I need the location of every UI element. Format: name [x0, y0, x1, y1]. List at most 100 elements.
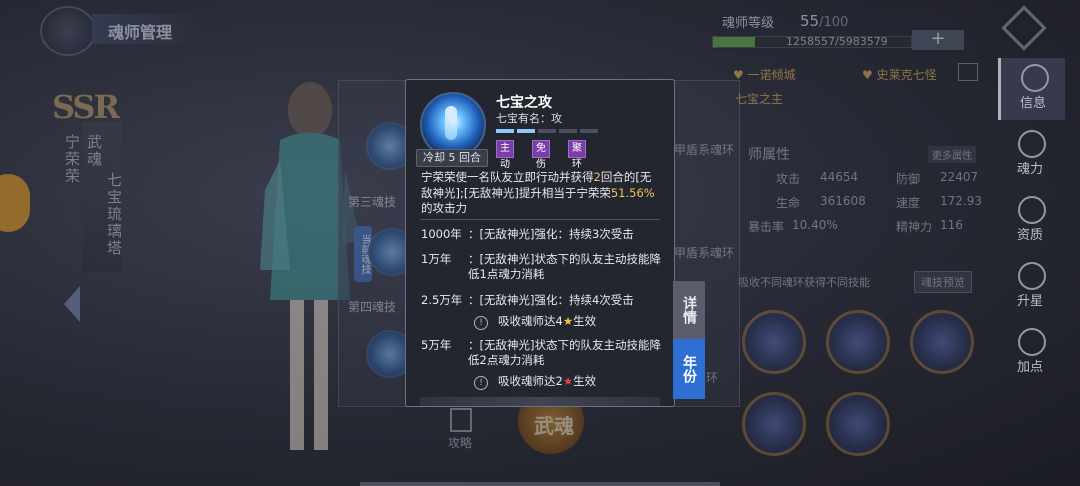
desc-part-1: 宁荣荣使一名队友立即行动并获得	[421, 170, 594, 184]
scroll-indicator	[360, 482, 720, 486]
mind-value: 116	[940, 218, 963, 232]
info-exclaim-icon: !	[474, 376, 488, 390]
condition-2: ! 吸收魂师达2★生效	[474, 374, 596, 390]
nav-points[interactable]: 加点	[998, 322, 1062, 384]
gold-star-icon: ★	[562, 314, 574, 328]
soul-ring-slot-5[interactable]	[826, 392, 890, 456]
skill-subtitle: 七宝有名：攻	[496, 112, 562, 125]
nav-soul-label: 魂力	[1016, 162, 1043, 177]
guide-label: 攻略	[448, 436, 473, 450]
condition-1-text: 吸收魂师达4	[498, 314, 563, 328]
title-sub: 七宝之主	[735, 92, 784, 106]
speed-label: 速度	[896, 196, 921, 210]
soul-ring-slot-1[interactable]	[742, 310, 806, 374]
condition-2-text: 吸收魂师达2	[498, 374, 563, 388]
spirit-label: 武魂	[85, 134, 103, 168]
red-star-icon: ★	[562, 374, 574, 388]
skill-level-bar	[496, 129, 514, 133]
spirit-emblem-label: 武魂	[534, 414, 574, 438]
level-max: /100	[819, 15, 849, 30]
nav-soul[interactable]: 魂力	[998, 124, 1062, 186]
year-50k-label: 5万年	[421, 338, 452, 352]
divider	[420, 219, 660, 220]
condition-1-suffix: 生效	[573, 314, 597, 328]
year-10k-effect: ：[无敌神光]状态下的队友主动技能降低1点魂力消耗	[468, 252, 661, 281]
spirit-name: 七宝琉璃塔	[105, 172, 123, 257]
year-1000-effect: ：[无敌神光]强化：持续3次受击	[468, 227, 634, 241]
guide-icon	[450, 408, 472, 432]
soul-ring-slot-2[interactable]	[826, 310, 890, 374]
page-title: 魂师管理	[108, 23, 173, 42]
tag-gather-ring: 聚环	[568, 140, 586, 170]
year-10k-label: 1万年	[421, 252, 452, 266]
cut-off-text	[420, 397, 660, 406]
year-25k-effect: ：[无敌神光]强化：持续4次受击	[468, 293, 634, 307]
defense-label: 防御	[896, 172, 921, 186]
prev-character-arrow-icon[interactable]	[64, 286, 80, 322]
nav-info[interactable]: 信息	[998, 58, 1065, 120]
bond-1-label: 一诺倾城	[747, 68, 796, 82]
fourth-skill-label: 第四魂技	[348, 300, 397, 314]
side-navigation: 信息 魂力 资质 升星 加点	[998, 58, 1065, 388]
bond-2-label: 史莱克七怪	[876, 68, 937, 82]
guide-button[interactable]: 攻略	[440, 404, 480, 454]
skill-level-bar	[538, 129, 556, 133]
tab-year[interactable]: 年份	[673, 339, 705, 399]
defense-value: 22407	[940, 170, 979, 184]
hp-value: 361608	[820, 194, 866, 208]
condition-1: ! 吸收魂师达4★生效	[474, 314, 596, 330]
talent-icon	[1018, 196, 1046, 224]
soul-ring-slot-3[interactable]	[910, 310, 974, 374]
desc-part-3: 的攻击力	[421, 201, 467, 215]
plus-cross-icon	[1018, 328, 1046, 356]
skill-name: 七宝之攻	[496, 95, 552, 111]
nav-star[interactable]: 升星	[998, 256, 1062, 318]
level-current: 55	[800, 12, 820, 30]
level-label: 魂师等级	[722, 16, 775, 31]
cooldown-badge: 冷却 5 回合	[416, 149, 488, 167]
character-name: 宁荣荣	[63, 134, 81, 185]
crit-value: 10.40%	[792, 218, 838, 232]
tag-damage-immunity: 免伤	[532, 140, 550, 170]
more-attributes-button[interactable]: 更多属性	[928, 146, 976, 163]
assistant-avatar[interactable]	[0, 174, 30, 232]
year-1000-label: 1000年	[421, 227, 462, 241]
nav-info-label: 信息	[1019, 96, 1046, 111]
year-50k-effect: ：[无敌神光]状态下的队友主动技能降低2点魂力消耗	[468, 338, 661, 367]
condition-2-suffix: 生效	[573, 374, 597, 388]
desc-highlight-rounds: 2	[593, 170, 601, 184]
star-icon	[1018, 262, 1046, 290]
desc-highlight-percent: 51.56%	[610, 185, 655, 200]
nav-star-label: 升星	[1016, 294, 1043, 309]
ring-hint: 吸收不同魂环获得不同技能	[738, 276, 870, 289]
skill-level-bar	[517, 129, 535, 133]
skill-level-bar	[580, 129, 598, 133]
year-25k-label: 2.5万年	[421, 293, 463, 307]
ring-type-3: 环	[706, 371, 719, 385]
skill-tooltip: 冷却 5 回合 七宝之攻 七宝有名：攻 主动 免伤 聚环 宁荣荣使一名队友立即行…	[405, 79, 675, 407]
page-title-tab: 魂师管理	[92, 14, 210, 44]
tab-detail[interactable]: 详情	[673, 281, 705, 339]
nav-points-label: 加点	[1016, 360, 1043, 375]
attributes-title: 师属性	[748, 147, 790, 163]
skill-description: 宁荣荣使一名队友立即行动并获得2回合的[无敌神光];[无敌神光]提升相当于宁荣荣…	[421, 170, 661, 217]
exp-bar-fill	[713, 37, 755, 47]
ring-type-2: 甲盾系魂环	[674, 246, 735, 260]
skill-preview-button[interactable]: 魂技预览	[914, 271, 972, 293]
level-up-button[interactable]: +	[912, 30, 964, 50]
nav-talent-label: 资质	[1016, 228, 1043, 243]
level-value: 55/100	[800, 12, 848, 30]
bond-2[interactable]: ♥ 史莱克七怪	[862, 66, 937, 83]
info-exclaim-icon: !	[474, 316, 488, 330]
mind-label: 精神力	[896, 220, 933, 234]
search-icon[interactable]	[958, 63, 978, 81]
ring-type-1: 甲盾系魂环	[674, 143, 735, 157]
bond-1[interactable]: ♥ 一诺倾城	[733, 66, 796, 83]
info-icon	[1021, 64, 1049, 92]
third-skill-label: 第三魂技	[348, 195, 397, 209]
exp-text: 1258557/5983579	[786, 35, 888, 48]
soul-ring-slot-4[interactable]	[742, 392, 806, 456]
back-button[interactable]	[40, 6, 96, 56]
hp-label: 生命	[776, 196, 801, 210]
nav-talent[interactable]: 资质	[998, 190, 1062, 252]
